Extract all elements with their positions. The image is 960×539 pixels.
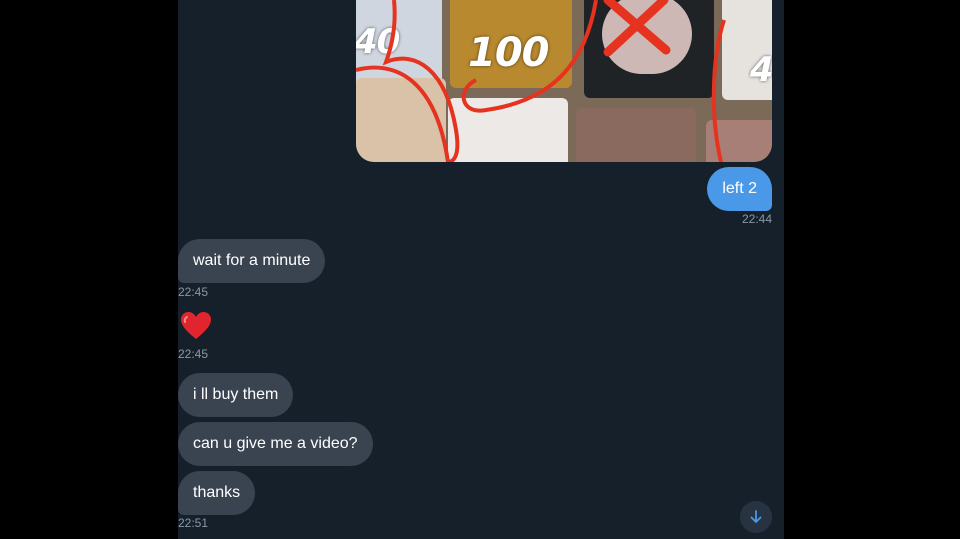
message-text: wait for a minute bbox=[193, 252, 311, 269]
red-heart-icon[interactable] bbox=[180, 310, 212, 342]
message-text: i ll buy them bbox=[193, 386, 279, 403]
message-bubble-incoming[interactable]: can u give me a video? bbox=[178, 422, 373, 466]
red-annotation-marks bbox=[356, 0, 726, 162]
scroll-to-bottom-button[interactable] bbox=[740, 501, 772, 533]
chat-thread: 40 100 4 left 2 22:44 wait for a minute … bbox=[178, 0, 784, 539]
timestamp: 22:51 bbox=[178, 516, 209, 530]
timestamp: 22:44 bbox=[741, 212, 772, 226]
message-bubble-outgoing[interactable]: left 2 bbox=[707, 167, 772, 211]
timestamp: 22:45 bbox=[178, 285, 209, 299]
sent-photo[interactable]: 40 100 4 bbox=[356, 0, 772, 162]
message-bubble-incoming[interactable]: i ll buy them bbox=[178, 373, 294, 417]
arrow-down-icon bbox=[750, 510, 762, 523]
message-text: left 2 bbox=[722, 180, 757, 197]
timestamp: 22:45 bbox=[178, 347, 209, 361]
message-text: can u give me a video? bbox=[193, 435, 358, 452]
message-text: thanks bbox=[193, 484, 241, 501]
message-bubble-incoming[interactable]: thanks bbox=[178, 471, 256, 515]
message-bubble-incoming[interactable]: wait for a minute bbox=[178, 239, 326, 283]
